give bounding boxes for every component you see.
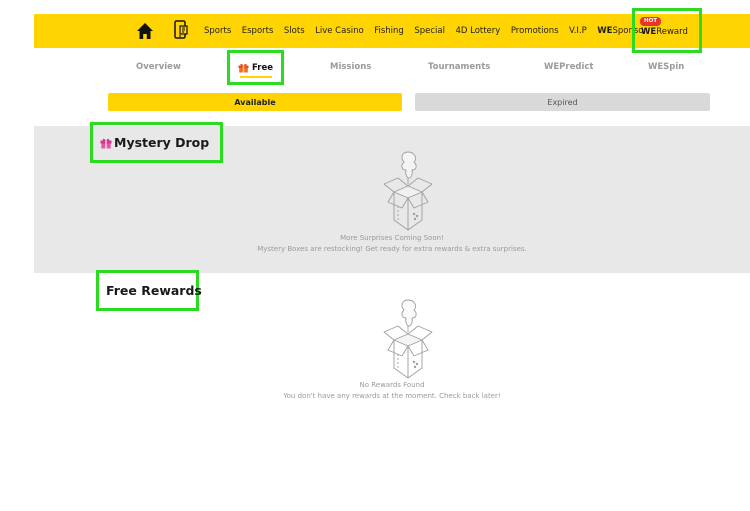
nav-fishing[interactable]: Fishing — [374, 26, 404, 36]
tab-wepredict[interactable]: WEPredict — [544, 62, 593, 72]
mobile-app-icon[interactable] — [174, 20, 188, 40]
nav-esports[interactable]: Esports — [242, 26, 274, 36]
top-nav-bar: Sports Esports Slots Live Casino Fishing… — [34, 8, 750, 53]
tab-overview[interactable]: Overview — [136, 62, 181, 72]
gift-icon — [100, 138, 112, 148]
empty-box-icon — [383, 299, 433, 379]
nav-4d-lottery[interactable]: 4D Lottery — [455, 26, 500, 36]
tab-free[interactable]: Free — [227, 50, 284, 85]
mystery-drop-title: Mystery Drop — [90, 122, 223, 163]
home-icon[interactable] — [136, 22, 154, 40]
tab-wespin[interactable]: WESpin — [648, 62, 684, 72]
rewards-empty-heading: No Rewards Found — [359, 381, 425, 389]
free-rewards-title-text: Free Rewards — [106, 283, 202, 298]
expired-button[interactable]: Expired — [415, 93, 710, 111]
wesponsor-prefix: WE — [597, 26, 613, 36]
gift-icon — [238, 63, 249, 73]
mystery-drop-title-text: Mystery Drop — [114, 135, 210, 150]
nav-live-casino[interactable]: Live Casino — [315, 26, 364, 36]
wereward-prefix: WE — [641, 27, 657, 37]
page-bottom — [34, 441, 750, 511]
mystery-empty-subtext: Mystery Boxes are restocking! Get ready … — [257, 245, 527, 253]
nav-wereward[interactable]: HOT WEReward — [632, 8, 702, 53]
nav-promotions[interactable]: Promotions — [511, 26, 559, 36]
nav-vip[interactable]: V.I.P — [569, 26, 587, 36]
free-rewards-title: Free Rewards — [96, 270, 202, 311]
tab-free-label: Free — [252, 62, 273, 73]
empty-box-icon — [383, 151, 433, 231]
mystery-empty-heading: More Surprises Coming Soon! — [340, 234, 444, 242]
rewards-empty-subtext: You don't have any rewards at the moment… — [283, 392, 501, 400]
main-menu: Sports Esports Slots Live Casino Fishing… — [204, 14, 657, 48]
available-button[interactable]: Available — [108, 93, 402, 111]
active-tab-indicator — [240, 76, 272, 78]
nav-special[interactable]: Special — [414, 26, 445, 36]
hot-badge: HOT — [640, 17, 662, 26]
tab-missions[interactable]: Missions — [330, 62, 371, 72]
nav-slots[interactable]: Slots — [284, 26, 305, 36]
wereward-label: WEReward — [641, 27, 688, 37]
tab-tournaments[interactable]: Tournaments — [428, 62, 490, 72]
wereward-suffix: Reward — [656, 27, 688, 37]
nav-sports[interactable]: Sports — [204, 26, 231, 36]
